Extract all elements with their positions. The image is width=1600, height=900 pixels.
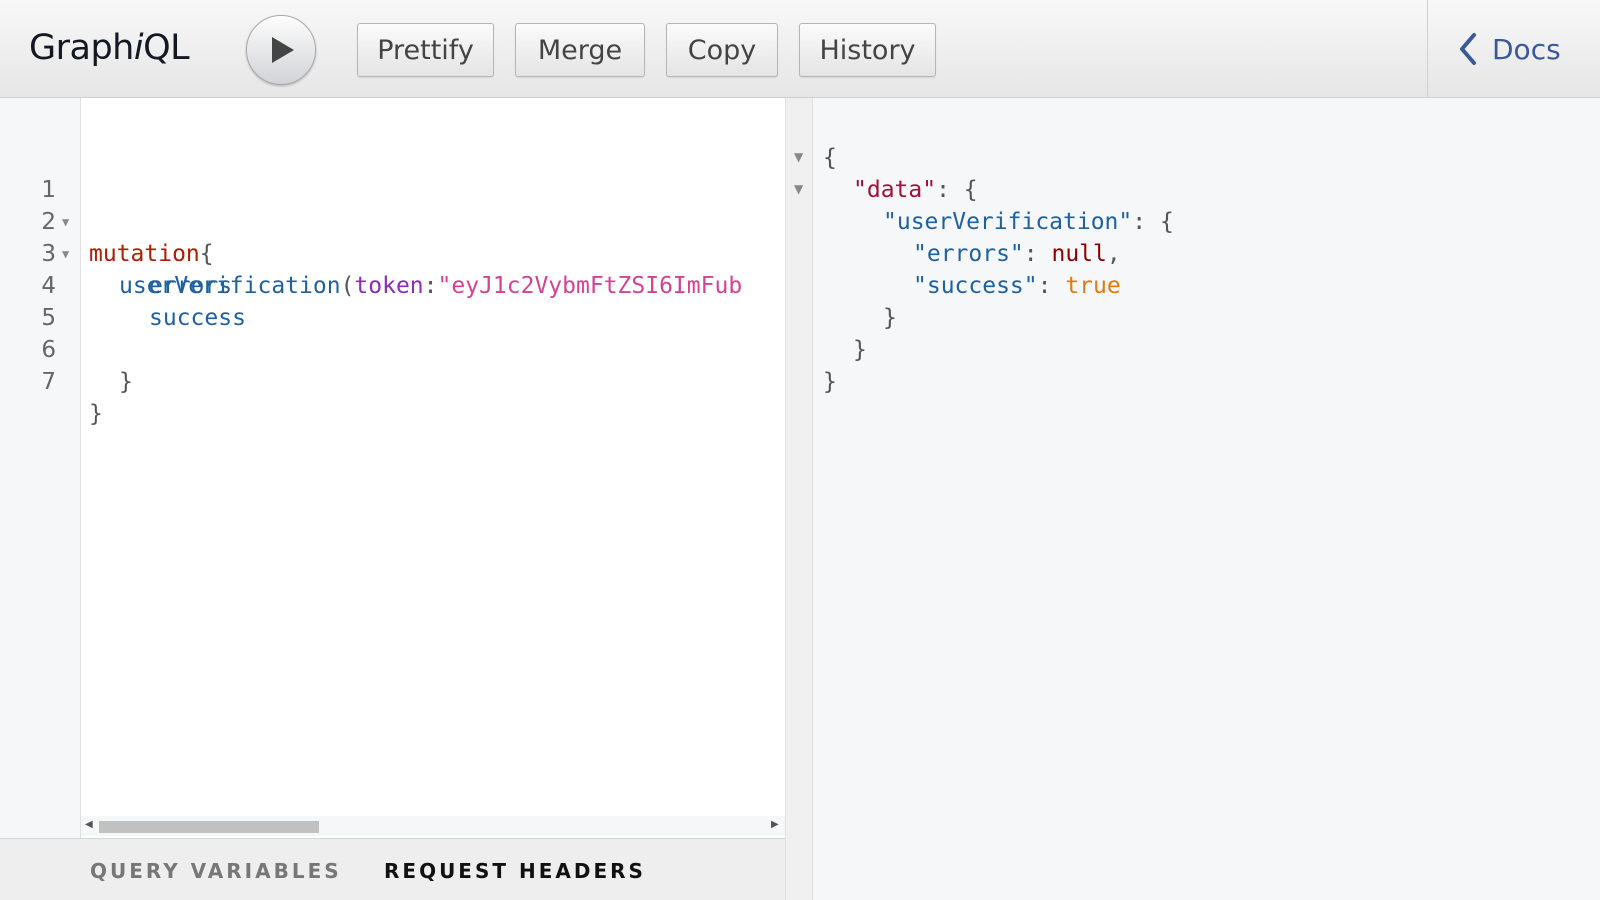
scroll-left-icon[interactable]: ◀ xyxy=(85,819,93,830)
code-line: 4 success xyxy=(0,238,785,331)
errors-key: "errors" xyxy=(913,241,1024,267)
fold-arrow-icon[interactable]: ▼ xyxy=(794,182,803,196)
comma: , xyxy=(1106,241,1121,267)
play-icon xyxy=(272,37,294,63)
data-key: "data" xyxy=(853,177,937,203)
chevron-left-icon xyxy=(1460,33,1476,65)
result-line: } xyxy=(883,302,897,334)
variables-header-bar: QUERY VARIABLES REQUEST HEADERS xyxy=(0,838,785,900)
code-line: 3 errors xyxy=(0,206,785,299)
horizontal-scrollbar[interactable]: ◀ ▶ xyxy=(81,816,785,836)
merge-button[interactable]: Merge xyxy=(515,23,645,77)
result-line: } xyxy=(823,366,837,398)
close-brace: } xyxy=(119,369,133,395)
docs-label: Docs xyxy=(1492,32,1561,66)
close-brace: } xyxy=(823,369,837,395)
execute-query-button[interactable] xyxy=(246,15,316,85)
colon-brace: : { xyxy=(1132,209,1174,235)
code-line: 1 ▼ mutation{ xyxy=(0,142,785,267)
colon: : xyxy=(1023,241,1052,267)
docs-toggle[interactable]: Docs xyxy=(1427,0,1600,98)
result-line: "errors": null, xyxy=(913,238,1121,270)
close-brace: } xyxy=(853,337,867,363)
editor-result-divider[interactable]: ▼ ▼ xyxy=(785,98,813,900)
result-line: "success": true xyxy=(913,270,1121,302)
prettify-button[interactable]: Prettify xyxy=(357,23,494,77)
code-line: 6 } xyxy=(0,302,785,395)
success-value: true xyxy=(1065,273,1121,299)
user-verification-key: "userVerification" xyxy=(883,209,1133,235)
toolbar: GraphiQL Prettify Merge Copy History Doc… xyxy=(0,0,1600,98)
copy-button[interactable]: Copy xyxy=(666,23,778,77)
result-line: } xyxy=(853,334,867,366)
result-viewer: { "data": { "userVerification": { "error… xyxy=(813,98,1600,900)
app-title: GraphiQL xyxy=(29,28,190,68)
errors-value: null xyxy=(1051,241,1107,267)
success-key: "success" xyxy=(913,273,1038,299)
scroll-right-icon[interactable]: ▶ xyxy=(771,819,779,830)
open-brace: { xyxy=(823,145,837,171)
close-brace: } xyxy=(883,305,897,331)
tab-query-variables[interactable]: QUERY VARIABLES xyxy=(90,859,342,883)
colon: : xyxy=(1037,273,1066,299)
scrollbar-thumb[interactable] xyxy=(99,821,319,833)
tab-request-headers[interactable]: REQUEST HEADERS xyxy=(384,859,646,883)
fold-arrow-icon[interactable]: ▼ xyxy=(794,150,803,164)
history-button[interactable]: History xyxy=(799,23,936,77)
result-line: { xyxy=(823,142,837,174)
line-number: 7 xyxy=(41,369,56,395)
code-line: 7 } xyxy=(0,334,785,427)
close-brace: } xyxy=(89,401,103,427)
result-line: "data": { xyxy=(853,174,978,206)
colon-brace: : { xyxy=(936,177,978,203)
code-line: 5 xyxy=(0,270,785,331)
query-editor[interactable]: 1 ▼ mutation{ 2 ▼ userVerification(token… xyxy=(0,98,785,838)
result-line: "userVerification": { xyxy=(883,206,1174,238)
code-line: 2 ▼ userVerification(token:"eyJ1c2VybmFt… xyxy=(0,174,785,299)
